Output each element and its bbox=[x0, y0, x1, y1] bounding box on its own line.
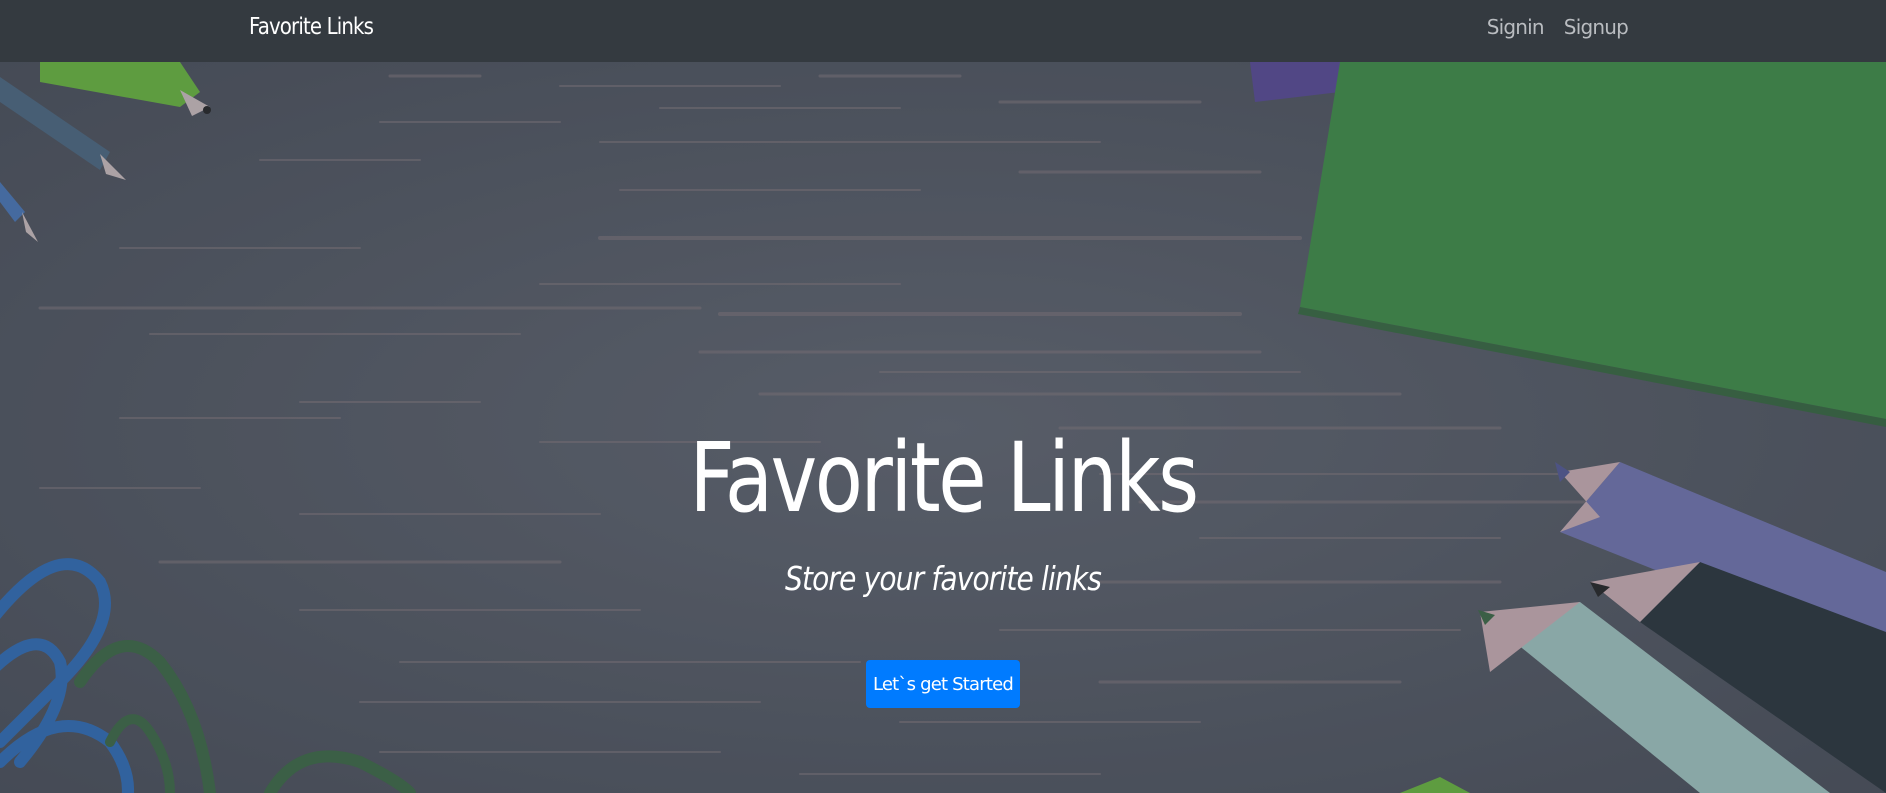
get-started-button[interactable]: Let`s get Started bbox=[866, 660, 1020, 708]
landing-page: Favorite Links Signin Signup Favorite Li… bbox=[0, 0, 1886, 793]
top-navbar: Favorite Links Signin Signup bbox=[0, 0, 1886, 62]
signup-link[interactable]: Signup bbox=[1564, 15, 1629, 39]
hero-title: Favorite Links bbox=[689, 422, 1199, 534]
signin-link[interactable]: Signin bbox=[1487, 15, 1545, 39]
nav-links: Signin Signup bbox=[1487, 15, 1629, 39]
navbar-brand[interactable]: Favorite Links bbox=[249, 14, 374, 40]
hero-subtitle: Store your favorite links bbox=[785, 559, 1102, 598]
